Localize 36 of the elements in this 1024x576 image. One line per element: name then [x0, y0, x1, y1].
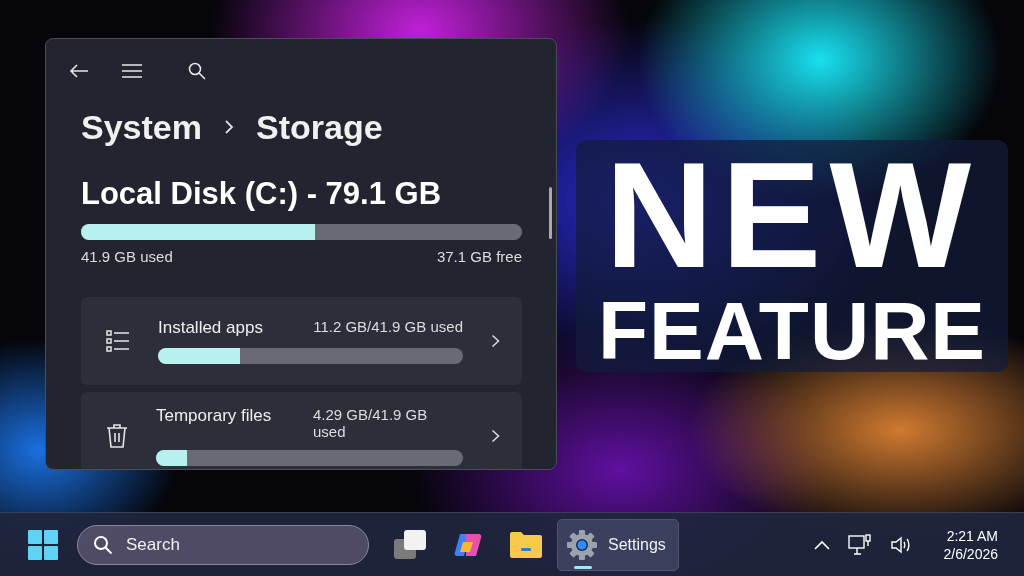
clock[interactable]: 2:21 AM 2/6/2026: [943, 527, 998, 562]
clock-time: 2:21 AM: [946, 527, 998, 544]
category-name: Installed apps: [158, 318, 263, 338]
used-label: 41.9 GB used: [81, 248, 173, 265]
category-card[interactable]: Installed apps 11.2 GB/41.9 GB used: [81, 297, 522, 385]
clock-date: 2/6/2026: [943, 545, 998, 562]
search-icon[interactable]: [188, 62, 206, 80]
menu-icon[interactable]: [121, 63, 143, 79]
gear-icon: [566, 528, 598, 561]
search-icon: [93, 534, 113, 555]
breadcrumb-item: Storage: [255, 107, 383, 147]
trash-icon: [106, 423, 128, 449]
chevron-icon: [223, 119, 234, 135]
drive-title: Local Disk (C:) - 79.1 GB: [81, 176, 443, 212]
banner-text: NEW: [605, 140, 979, 290]
search-field[interactable]: Search: [77, 524, 369, 565]
banner-text: FEATURE: [597, 290, 987, 372]
category-usage: 4.29 GB/41.9 GB used: [313, 406, 429, 440]
category-card[interactable]: Temporary files 4.29 GB/41.9 GB used: [81, 392, 522, 469]
scrollbar-thumb[interactable]: [549, 187, 552, 239]
breadcrumb-item[interactable]: System: [81, 107, 202, 147]
copilot-icon: [454, 531, 482, 558]
chevron-icon: [491, 429, 500, 443]
list-icon: [106, 330, 130, 352]
category-name: Temporary files: [156, 406, 272, 426]
windows-logo-icon[interactable]: [28, 529, 58, 560]
back-icon[interactable]: [69, 63, 89, 79]
category-usage: 11.2 GB/41.9 GB used: [313, 318, 463, 335]
folder-icon: [509, 530, 543, 559]
settings-taskbar-button[interactable]: Settings: [557, 518, 679, 571]
active-indicator: [574, 565, 592, 569]
overlapping-windows-icon: [393, 528, 427, 561]
free-label: 37.1 GB free: [436, 248, 522, 265]
caret-up-icon[interactable]: [813, 539, 830, 550]
chevron-icon: [491, 334, 500, 348]
network-icon[interactable]: [847, 533, 872, 556]
